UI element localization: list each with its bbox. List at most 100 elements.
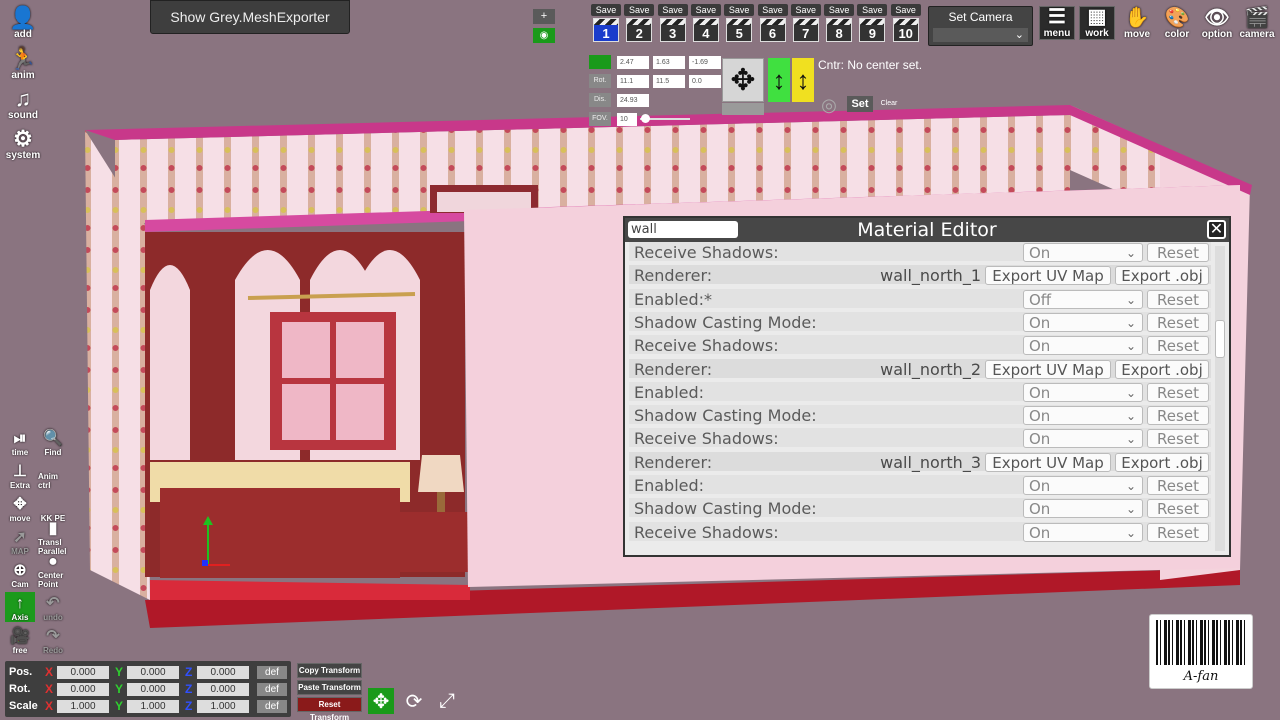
export-uv-map-button[interactable]: Export UV Map <box>985 452 1111 472</box>
camera-pos-tag[interactable] <box>589 55 611 69</box>
load-slot-button[interactable]: 10 <box>892 18 919 42</box>
load-slot-button[interactable]: 6 <box>759 18 786 42</box>
save-button[interactable]: Save <box>890 4 921 16</box>
close-button[interactable]: ✕ <box>1207 220 1226 239</box>
save-button[interactable]: Save <box>724 4 755 16</box>
move-gizmo-button[interactable]: ✥ <box>368 688 394 714</box>
set-camera-dropdown[interactable]: ⌄ <box>933 28 1028 42</box>
load-slot-button[interactable]: 1 <box>593 18 619 42</box>
tool-anim-ctrl-button[interactable]: Anim ctrl <box>38 460 68 490</box>
camera-rot-tag[interactable]: Rot. <box>589 74 611 88</box>
camera-rot-z[interactable]: 0.0 <box>689 74 721 88</box>
camera-pos-z[interactable]: -1.69 <box>689 55 721 69</box>
camera-fov-tag[interactable]: FOV. <box>589 112 611 126</box>
transform-x-input[interactable]: 1.000 <box>57 699 109 713</box>
property-dropdown[interactable]: On ⌄ <box>1023 406 1143 426</box>
tool-time-button[interactable]: ⏯ time <box>5 427 35 457</box>
tool-color-button[interactable]: 🎨 color <box>1159 6 1195 40</box>
transform-z-input[interactable]: 0.000 <box>197 682 249 696</box>
material-editor-header[interactable]: Material Editor wall ✕ <box>625 218 1229 242</box>
material-search-input[interactable]: wall <box>628 221 738 238</box>
default-button[interactable]: def <box>257 699 287 713</box>
load-slot-button[interactable]: 4 <box>692 18 719 42</box>
export-obj-button[interactable]: Export .obj <box>1115 359 1209 379</box>
default-button[interactable]: def <box>257 682 287 696</box>
transform-z-input[interactable]: 0.000 <box>197 665 249 679</box>
save-button[interactable]: Save <box>790 4 821 16</box>
load-slot-button[interactable]: 9 <box>859 18 886 42</box>
property-dropdown[interactable]: On ⌄ <box>1023 336 1143 356</box>
tool-option-button[interactable]: 👁 option <box>1199 6 1235 40</box>
property-dropdown[interactable]: Off ⌄ <box>1023 289 1143 309</box>
camera-dis-field[interactable]: 24.93 <box>617 93 649 107</box>
save-button[interactable]: Save <box>857 4 888 16</box>
fov-slider-handle[interactable] <box>641 114 650 123</box>
save-button[interactable]: Save <box>624 4 655 16</box>
reset-button[interactable]: Reset <box>1147 476 1209 495</box>
set-camera-panel[interactable]: Set Camera ⌄ <box>928 6 1033 46</box>
load-slot-button[interactable]: 2 <box>626 18 653 42</box>
camera-pan-pad[interactable]: ✥ <box>722 58 764 102</box>
reset-transform-button[interactable]: Reset Transform <box>297 697 362 720</box>
tool-free-button[interactable]: 🎥 free <box>5 625 35 655</box>
load-slot-button[interactable]: 5 <box>726 18 753 42</box>
property-dropdown[interactable]: On ⌄ <box>1023 312 1143 332</box>
transform-x-input[interactable]: 0.000 <box>57 682 109 696</box>
reset-button[interactable]: Reset <box>1147 382 1209 402</box>
property-dropdown[interactable]: On ⌄ <box>1023 243 1143 262</box>
reset-button[interactable]: Reset <box>1147 312 1209 332</box>
reset-button[interactable]: Reset <box>1147 243 1209 262</box>
tool-move-button[interactable]: ✋ move <box>1119 6 1155 40</box>
camera-pos-x[interactable]: 2.47 <box>617 55 649 69</box>
target-icon[interactable]: ◎ <box>819 95 839 115</box>
eye-toggle-button[interactable]: ◉ <box>533 28 555 43</box>
camera-dis-tag[interactable]: Dis. <box>589 93 611 107</box>
transform-y-input[interactable]: 1.000 <box>127 699 179 713</box>
save-button[interactable]: Save <box>824 4 855 16</box>
show-mesh-exporter-button[interactable]: Show Grey.MeshExporter <box>150 0 350 34</box>
export-obj-button[interactable]: Export .obj <box>1115 452 1209 472</box>
scrollbar-track[interactable] <box>1215 246 1225 551</box>
scale-gizmo-button[interactable]: ⤢ <box>434 688 460 714</box>
paste-transform-button[interactable]: Paste Transform <box>297 680 362 695</box>
reset-button[interactable]: Reset <box>1147 289 1209 309</box>
menu-add-button[interactable]: 👤 add <box>5 6 41 40</box>
tool-menu-button[interactable]: ☰ menu <box>1039 6 1075 40</box>
tool-undo-button[interactable]: ↶ undo <box>38 592 68 622</box>
camera-fov-field[interactable]: 10 <box>617 112 637 126</box>
tool-find-button[interactable]: 🔍 Find <box>38 427 68 457</box>
tool-axis-button[interactable]: ↑ Axis <box>5 592 35 622</box>
tool-move-button[interactable]: ✥ move <box>5 493 35 523</box>
load-slot-button[interactable]: 7 <box>792 18 819 42</box>
default-button[interactable]: def <box>257 665 287 679</box>
save-button[interactable]: Save <box>591 4 621 16</box>
reset-button[interactable]: Reset <box>1147 429 1209 449</box>
save-button[interactable]: Save <box>690 4 721 16</box>
transform-y-input[interactable]: 0.000 <box>127 665 179 679</box>
zoom-plus-button[interactable]: + <box>533 9 555 24</box>
copy-transform-button[interactable]: Copy Transform <box>297 663 362 678</box>
transform-z-input[interactable]: 1.000 <box>197 699 249 713</box>
tool-center-point-button[interactable]: ● Center Point <box>38 553 68 589</box>
scrollbar-thumb[interactable] <box>1215 320 1225 358</box>
camera-pos-y[interactable]: 1.63 <box>653 55 685 69</box>
menu-anim-button[interactable]: 🏃 anim <box>5 47 41 81</box>
tool-kk-pe-button[interactable]: KK PE <box>38 493 68 523</box>
clear-center-button[interactable]: Clear <box>876 96 902 112</box>
set-center-button[interactable]: Set <box>847 96 873 112</box>
tool-work-button[interactable]: ▦ work <box>1079 6 1115 40</box>
tool-map-button[interactable]: ➚ MAP <box>5 526 35 556</box>
camera-rot-x[interactable]: 11.1 <box>617 74 649 88</box>
transform-x-input[interactable]: 0.000 <box>57 665 109 679</box>
tool-transl-parallel-button[interactable]: ▮ Transl Parallel <box>38 520 68 556</box>
export-uv-map-button[interactable]: Export UV Map <box>985 266 1111 286</box>
property-dropdown[interactable]: On ⌄ <box>1023 522 1143 542</box>
save-button[interactable]: Save <box>757 4 788 16</box>
property-dropdown[interactable]: On ⌄ <box>1023 382 1143 402</box>
camera-updown-green-button[interactable]: ↕ <box>768 58 790 102</box>
load-slot-button[interactable]: 3 <box>659 18 686 42</box>
property-dropdown[interactable]: On ⌄ <box>1023 429 1143 449</box>
tool-cam-button[interactable]: ⊕ Cam <box>5 559 35 589</box>
load-slot-button[interactable]: 8 <box>826 18 853 42</box>
tool-extra-button[interactable]: ⊥ Extra <box>5 460 35 490</box>
